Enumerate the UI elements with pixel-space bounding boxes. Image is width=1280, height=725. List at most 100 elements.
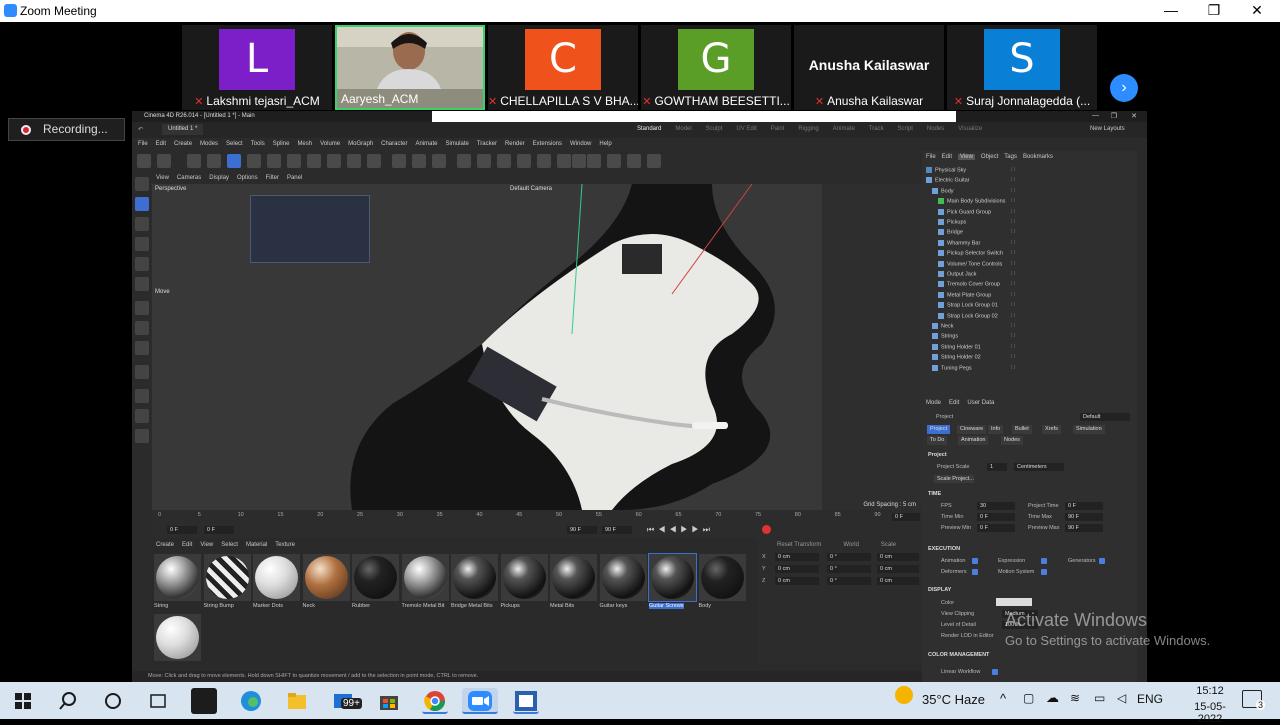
participant-tile[interactable]: L ✕ Lakshmi tejasri_ACM: [182, 25, 332, 110]
visibility-dots-icon[interactable]: ⁞ ⁞: [1011, 219, 1031, 225]
menu-item[interactable]: Render: [505, 141, 525, 147]
material-menu-item[interactable]: Create: [156, 542, 174, 548]
c4d-close-icon[interactable]: ✕: [1131, 112, 1137, 120]
visibility-dots-icon[interactable]: ⁞ ⁞: [1011, 240, 1031, 246]
object-row[interactable]: Electric Guitar ⁞ ⁞: [926, 177, 1016, 187]
material-swatch[interactable]: [302, 554, 350, 601]
object-row[interactable]: String Holder 01 ⁞ ⁞: [926, 343, 1016, 354]
close-button[interactable]: ✕: [1237, 2, 1277, 20]
coord-rotation-field[interactable]: 0 °: [827, 577, 871, 585]
coord-position-field[interactable]: 0 cm: [775, 553, 819, 561]
undo-arrow-icon[interactable]: ↶: [138, 126, 143, 133]
mode-tool-icon[interactable]: [135, 301, 149, 315]
visibility-dots-icon[interactable]: ⁞ ⁞: [1011, 261, 1031, 267]
visibility-dots-icon[interactable]: ⁞ ⁞: [1011, 313, 1031, 319]
object-menu-item[interactable]: File: [926, 154, 936, 160]
object-row[interactable]: String Holder 02 ⁞ ⁞: [926, 354, 1016, 364]
wifi-icon[interactable]: ≋: [1070, 691, 1080, 705]
viewport-menu-item[interactable]: Options: [237, 175, 258, 181]
material-menu-item[interactable]: Edit: [182, 542, 192, 548]
toolbar-tool-icon[interactable]: [517, 154, 531, 168]
coord-rotation-field[interactable]: 0 °: [827, 565, 871, 573]
visibility-dots-icon[interactable]: ⁞ ⁞: [1011, 302, 1031, 308]
attr-tab[interactable]: To Do: [927, 436, 948, 445]
toolbar-tool-icon[interactable]: [432, 154, 446, 168]
new-layouts-button[interactable]: New Layouts: [1090, 126, 1125, 132]
toolbar-tool-icon[interactable]: [477, 154, 491, 168]
mode-tool-icon[interactable]: [135, 341, 149, 355]
attr-menu-item[interactable]: Mode: [926, 400, 941, 406]
material-swatch[interactable]: [203, 554, 251, 601]
material-swatch[interactable]: [451, 554, 498, 601]
time-min-field[interactable]: 0 F: [977, 513, 1015, 521]
menu-item[interactable]: File: [138, 141, 148, 147]
fps-field[interactable]: 30: [977, 502, 1015, 510]
tray-app-icon[interactable]: ▢: [1023, 691, 1034, 705]
menu-item[interactable]: Modes: [200, 141, 218, 147]
toolbar-tool-icon[interactable]: [647, 154, 661, 168]
attr-tab[interactable]: Cineware: [957, 425, 987, 434]
edge-icon[interactable]: [238, 688, 264, 714]
attr-tab[interactable]: Animation: [958, 436, 989, 445]
menu-item[interactable]: Select: [226, 141, 243, 147]
visibility-dots-icon[interactable]: ⁞ ⁞: [1011, 167, 1031, 173]
object-row[interactable]: Output Jack ⁞ ⁞: [926, 271, 1016, 281]
visibility-dots-icon[interactable]: ⁞ ⁞: [1011, 344, 1031, 350]
menu-item[interactable]: Tools: [251, 141, 265, 147]
zoom-taskbar-icon[interactable]: [462, 688, 498, 714]
scale-project-button[interactable]: Scale Project...: [934, 475, 974, 483]
object-row[interactable]: Bridge ⁞ ⁞: [926, 229, 1016, 239]
playback-controls-icon[interactable]: ⏮◀◀▶▶⏭: [647, 525, 714, 535]
layout-tab[interactable]: Script: [898, 126, 913, 132]
task-view-icon[interactable]: [145, 688, 171, 714]
preview-end-field[interactable]: 90 F: [602, 526, 632, 534]
menu-item[interactable]: Window: [570, 141, 591, 147]
toolbar-tool-icon[interactable]: [457, 154, 471, 168]
toolbar-tool-icon[interactable]: [587, 154, 601, 168]
toolbar-tool-icon[interactable]: [207, 154, 221, 168]
layout-tab[interactable]: Sculpt: [706, 126, 723, 132]
battery-icon[interactable]: ▭: [1094, 691, 1105, 705]
language-indicator[interactable]: ENG: [1137, 692, 1163, 706]
preview-max-field[interactable]: 90 F: [1065, 524, 1103, 532]
mode-tool-icon[interactable]: [135, 257, 149, 271]
toolbar-tool-icon[interactable]: [247, 154, 261, 168]
time-max-field[interactable]: 90 F: [1065, 513, 1103, 521]
visibility-dots-icon[interactable]: ⁞ ⁞: [1011, 354, 1031, 360]
toolbar-tool-icon[interactable]: [137, 154, 151, 168]
frame-end-field[interactable]: 90 F: [567, 526, 597, 534]
toolbar-tool-icon[interactable]: [287, 154, 301, 168]
toolbar-tool-icon[interactable]: [572, 154, 586, 168]
generators-checkbox[interactable]: [1099, 558, 1105, 564]
animation-checkbox[interactable]: [972, 558, 978, 564]
clock-date[interactable]: 15-05-2022: [1185, 701, 1235, 725]
participant-tile[interactable]: Anusha Kailaswar ✕ Anusha Kailaswar: [794, 25, 944, 110]
visibility-dots-icon[interactable]: ⁞ ⁞: [1011, 188, 1031, 194]
minimize-button[interactable]: —: [1151, 2, 1191, 20]
menu-item[interactable]: Character: [381, 141, 407, 147]
participant-tile[interactable]: C ✕ CHELLAPILLA S V BHA...: [488, 25, 638, 110]
mode-tool-icon[interactable]: [135, 277, 149, 291]
attr-tab[interactable]: Project: [927, 425, 951, 434]
mode-tool-icon[interactable]: [135, 177, 149, 191]
current-frame-field[interactable]: 0 F: [204, 526, 234, 534]
mode-tool-icon[interactable]: [135, 365, 149, 379]
menu-item[interactable]: Simulate: [446, 141, 469, 147]
mode-tool-icon[interactable]: [135, 389, 149, 403]
layout-tab[interactable]: Standard: [637, 126, 661, 132]
object-row[interactable]: Tuning Pegs ⁞ ⁞: [926, 364, 1016, 375]
visibility-dots-icon[interactable]: ⁞ ⁞: [1011, 177, 1031, 183]
frame-right-field[interactable]: 0 F: [892, 513, 920, 521]
material-menu-item[interactable]: View: [200, 542, 213, 548]
motion-system-checkbox[interactable]: [1041, 569, 1047, 575]
object-row[interactable]: Strings ⁞ ⁞: [926, 333, 1016, 343]
coord-scale-field[interactable]: 0 cm: [877, 577, 919, 585]
onedrive-icon[interactable]: ☁: [1046, 690, 1059, 706]
volume-icon[interactable]: ◁: [1117, 691, 1126, 705]
object-menu-item[interactable]: Bookmarks: [1023, 154, 1053, 160]
material-swatch[interactable]: [253, 554, 300, 601]
toolbar-tool-icon[interactable]: [627, 154, 641, 168]
toolbar-tool-icon[interactable]: [307, 154, 321, 168]
material-swatch[interactable]: [401, 554, 449, 601]
object-row[interactable]: Volume/ Tone Controls ⁞ ⁞: [926, 260, 1016, 271]
